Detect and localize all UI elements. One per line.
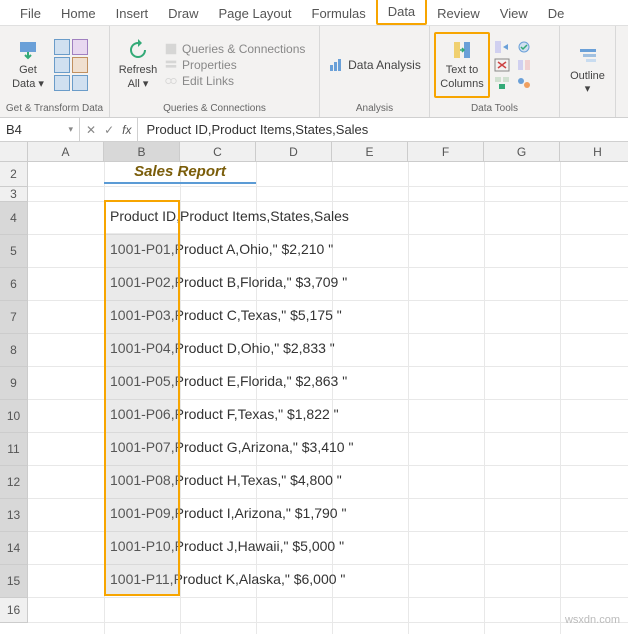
- col-header-A[interactable]: A: [28, 142, 104, 162]
- col-header-B[interactable]: B: [104, 142, 180, 162]
- row-header-16[interactable]: 16: [0, 598, 28, 623]
- row-header-2[interactable]: 2: [0, 162, 28, 187]
- row-header-10[interactable]: 10: [0, 400, 28, 433]
- queries-connections-button[interactable]: Queries & Connections: [164, 42, 305, 56]
- row-14[interactable]: 1001-P10,Product J,Hawaii," $5,000 ": [28, 532, 628, 565]
- row-header-15[interactable]: 15: [0, 565, 28, 598]
- get-data-button[interactable]: Get Data ▾: [4, 32, 52, 98]
- cell-b13[interactable]: 1001-P09,Product I,Arizona," $1,790 ": [110, 505, 346, 521]
- tab-formulas[interactable]: Formulas: [302, 2, 376, 25]
- cell-b12[interactable]: 1001-P08,Product H,Texas," $4,800 ": [110, 472, 342, 488]
- refresh-all-button[interactable]: Refresh All ▾: [114, 32, 162, 98]
- row-header-4[interactable]: 4: [0, 202, 28, 235]
- select-all-corner[interactable]: [0, 142, 28, 162]
- column-headers[interactable]: ABCDEFGH: [28, 142, 628, 162]
- col-header-C[interactable]: C: [180, 142, 256, 162]
- col-header-D[interactable]: D: [256, 142, 332, 162]
- row-12[interactable]: 1001-P08,Product H,Texas," $4,800 ": [28, 466, 628, 499]
- formula-bar: B4 ✕ ✓ fx Product ID,Product Items,State…: [0, 118, 628, 142]
- properties-button[interactable]: Properties: [164, 58, 305, 72]
- tab-draw[interactable]: Draw: [158, 2, 208, 25]
- row-header-7[interactable]: 7: [0, 301, 28, 334]
- row-header-11[interactable]: 11: [0, 433, 28, 466]
- row-header-6[interactable]: 6: [0, 268, 28, 301]
- text-to-columns-button[interactable]: Text to Columns: [434, 32, 490, 98]
- group-label-data-tools: Data Tools: [434, 101, 555, 115]
- tab-page-layout[interactable]: Page Layout: [209, 2, 302, 25]
- row-header-9[interactable]: 9: [0, 367, 28, 400]
- row-6[interactable]: 1001-P02,Product B,Florida," $3,709 ": [28, 268, 628, 301]
- row-15[interactable]: 1001-P11,Product K,Alaska," $6,000 ": [28, 565, 628, 598]
- title-cell: Sales Report: [104, 163, 256, 184]
- cell-b6[interactable]: 1001-P02,Product B,Florida," $3,709 ": [110, 274, 347, 290]
- tab-review[interactable]: Review: [427, 2, 490, 25]
- flash-fill-button[interactable]: [492, 38, 512, 92]
- row-header-13[interactable]: 13: [0, 499, 28, 532]
- row-9[interactable]: 1001-P05,Product E,Florida," $2,863 ": [28, 367, 628, 400]
- col-header-E[interactable]: E: [332, 142, 408, 162]
- col-header-G[interactable]: G: [484, 142, 560, 162]
- row-header-8[interactable]: 8: [0, 334, 28, 367]
- cell-b14[interactable]: 1001-P10,Product J,Hawaii," $5,000 ": [110, 538, 344, 554]
- group-label-outline: [564, 112, 611, 115]
- tab-view[interactable]: View: [490, 2, 538, 25]
- tab-de[interactable]: De: [538, 2, 575, 25]
- row-10[interactable]: 1001-P06,Product F,Texas," $1,822 ": [28, 400, 628, 433]
- name-box[interactable]: B4: [0, 118, 80, 141]
- edit-links-button[interactable]: Edit Links: [164, 74, 305, 88]
- row-header-3[interactable]: 3: [0, 187, 28, 202]
- cells[interactable]: Sales Report Product ID,Product Items,Sta…: [28, 162, 628, 634]
- cell-b7[interactable]: 1001-P03,Product C,Texas," $5,175 ": [110, 307, 342, 323]
- col-header-H[interactable]: H: [560, 142, 628, 162]
- row-3[interactable]: [28, 187, 628, 202]
- group-label-analysis: Analysis: [324, 101, 425, 115]
- ribbon: Get Data ▾ Get & Transform Data Refresh …: [0, 26, 628, 118]
- row-4[interactable]: Product ID,Product Items,States,Sales: [28, 202, 628, 235]
- cancel-icon[interactable]: ✕: [86, 123, 96, 137]
- cell-b10[interactable]: 1001-P06,Product F,Texas," $1,822 ": [110, 406, 339, 422]
- cell-b9[interactable]: 1001-P05,Product E,Florida," $2,863 ": [110, 373, 347, 389]
- watermark: wsxdn.com: [565, 614, 620, 626]
- row-13[interactable]: 1001-P09,Product I,Arizona," $1,790 ": [28, 499, 628, 532]
- tab-file[interactable]: File: [10, 2, 51, 25]
- row-16[interactable]: [28, 598, 628, 623]
- outline-button[interactable]: Outline ▾: [564, 37, 611, 103]
- row-header-12[interactable]: 12: [0, 466, 28, 499]
- tab-home[interactable]: Home: [51, 2, 106, 25]
- ribbon-tabs: FileHomeInsertDrawPage LayoutFormulasDat…: [0, 0, 628, 26]
- tab-insert[interactable]: Insert: [106, 2, 159, 25]
- cell-b5[interactable]: 1001-P01,Product A,Ohio," $2,210 ": [110, 241, 333, 257]
- enter-icon[interactable]: ✓: [104, 123, 114, 137]
- row-header-5[interactable]: 5: [0, 235, 28, 268]
- tab-data[interactable]: Data: [376, 0, 427, 25]
- fx-icon[interactable]: fx: [122, 123, 131, 137]
- cell-b15[interactable]: 1001-P11,Product K,Alaska," $6,000 ": [110, 571, 345, 587]
- data-validation-button[interactable]: [514, 38, 534, 92]
- row-8[interactable]: 1001-P04,Product D,Ohio," $2,833 ": [28, 334, 628, 367]
- group-label-queries: Queries & Connections: [114, 101, 315, 115]
- row-header-14[interactable]: 14: [0, 532, 28, 565]
- spreadsheet-grid[interactable]: ABCDEFGH 2345678910111213141516 Sales Re…: [0, 142, 628, 634]
- col-header-F[interactable]: F: [408, 142, 484, 162]
- row-2[interactable]: Sales Report: [28, 162, 628, 187]
- group-label-get-transform: Get & Transform Data: [4, 101, 105, 115]
- formula-input[interactable]: Product ID,Product Items,States,Sales: [138, 118, 628, 141]
- row-headers[interactable]: 2345678910111213141516: [0, 162, 28, 623]
- cell-b8[interactable]: 1001-P04,Product D,Ohio," $2,833 ": [110, 340, 335, 356]
- row-7[interactable]: 1001-P03,Product C,Texas," $5,175 ": [28, 301, 628, 334]
- row-11[interactable]: 1001-P07,Product G,Arizona," $3,410 ": [28, 433, 628, 466]
- cell-b4[interactable]: Product ID,Product Items,States,Sales: [110, 208, 349, 224]
- get-data-mini-icons[interactable]: [54, 39, 88, 91]
- cell-b11[interactable]: 1001-P07,Product G,Arizona," $3,410 ": [110, 439, 353, 455]
- data-analysis-button[interactable]: Data Analysis: [328, 57, 421, 73]
- row-5[interactable]: 1001-P01,Product A,Ohio," $2,210 ": [28, 235, 628, 268]
